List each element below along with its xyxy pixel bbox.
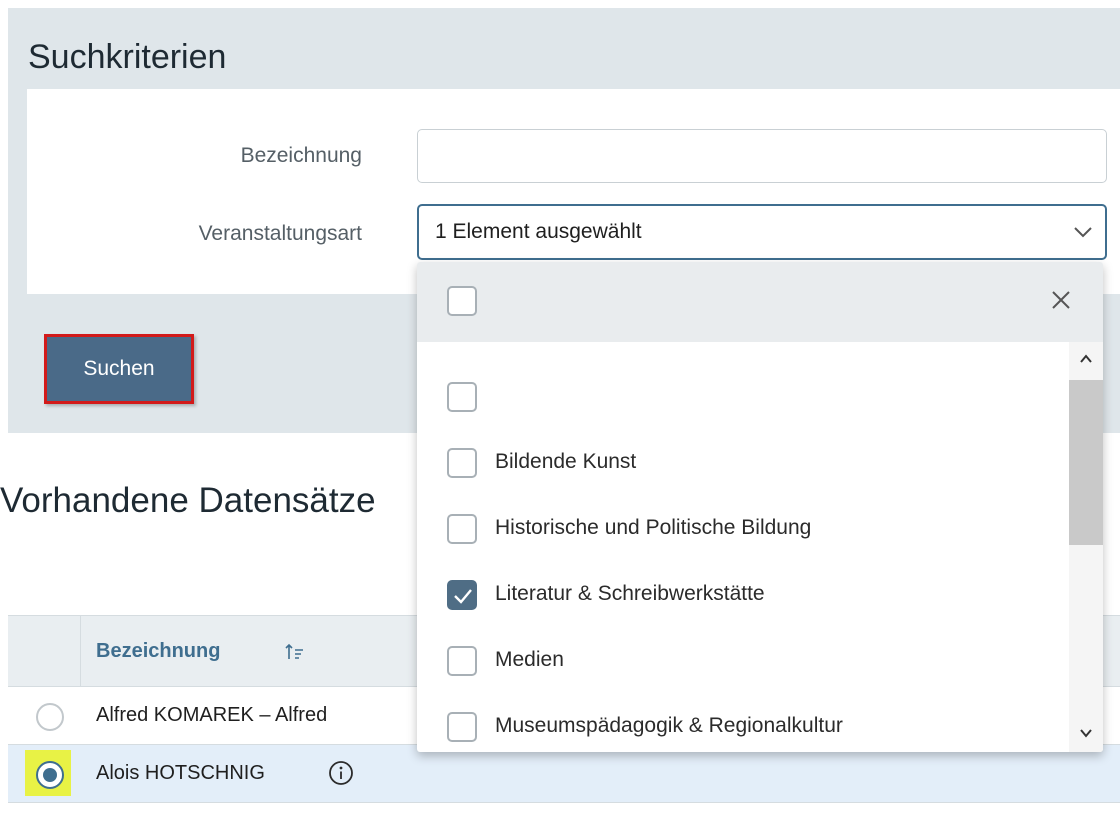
- option-checkbox[interactable]: [447, 712, 477, 742]
- dropdown-option[interactable]: Historische und Politische Bildung: [417, 496, 1067, 562]
- row-radio-selected[interactable]: [36, 761, 64, 789]
- dropdown-option[interactable]: [417, 364, 1067, 430]
- bezeichnung-input[interactable]: [417, 129, 1107, 183]
- table-row-selected[interactable]: Alois HOTSCHNIG: [8, 745, 1120, 803]
- option-label: Bildende Kunst: [495, 450, 637, 473]
- option-label: Historische und Politische Bildung: [495, 516, 812, 539]
- option-checkbox[interactable]: [447, 514, 477, 544]
- checkmark-icon: [454, 589, 472, 604]
- option-checkbox[interactable]: [447, 448, 477, 478]
- info-icon[interactable]: [328, 760, 354, 786]
- dropdown-option[interactable]: Museumspädagogik & Regionalkultur: [417, 694, 1067, 752]
- page-title: Suchkriterien: [28, 38, 227, 76]
- veranstaltungsart-select[interactable]: 1 Element ausgewählt: [417, 204, 1107, 260]
- results-title: Vorhandene Datensätze: [0, 481, 376, 520]
- option-checkbox[interactable]: [447, 382, 477, 412]
- option-label: Literatur & Schreibwerkstätte: [495, 582, 765, 605]
- column-divider: [80, 616, 81, 688]
- chevron-down-icon: [1074, 227, 1092, 238]
- scroll-up-icon[interactable]: [1077, 350, 1095, 368]
- row-name: Alfred KOMAREK – Alfred: [96, 704, 328, 726]
- close-icon[interactable]: [1047, 286, 1075, 314]
- column-header-bezeichnung[interactable]: Bezeichnung: [96, 640, 220, 663]
- scroll-down-icon[interactable]: [1077, 724, 1095, 742]
- scroll-thumb[interactable]: [1069, 380, 1103, 545]
- veranstaltungsart-label: Veranstaltungsart: [198, 222, 362, 245]
- bezeichnung-label: Bezeichnung: [240, 144, 362, 167]
- dropdown-header: [417, 262, 1103, 342]
- veranstaltungsart-dropdown: Bildende Kunst Historische und Politisch…: [417, 262, 1103, 752]
- option-checkbox-checked[interactable]: [447, 580, 477, 610]
- option-label: Medien: [495, 648, 564, 671]
- select-all-checkbox[interactable]: [447, 286, 477, 316]
- row-name: Alois HOTSCHNIG: [96, 762, 265, 784]
- select-value: 1 Element ausgewählt: [435, 220, 642, 243]
- option-checkbox[interactable]: [447, 646, 477, 676]
- dropdown-option[interactable]: Literatur & Schreibwerkstätte: [417, 562, 1067, 628]
- row-radio[interactable]: [36, 703, 64, 731]
- search-button[interactable]: Suchen: [44, 334, 194, 404]
- option-label: Museumspädagogik & Regionalkultur: [495, 714, 843, 737]
- dropdown-option[interactable]: Bildende Kunst: [417, 430, 1067, 496]
- dropdown-option[interactable]: Medien: [417, 628, 1067, 694]
- dropdown-scrollbar[interactable]: [1069, 342, 1103, 752]
- sort-ascending-icon[interactable]: [284, 641, 306, 663]
